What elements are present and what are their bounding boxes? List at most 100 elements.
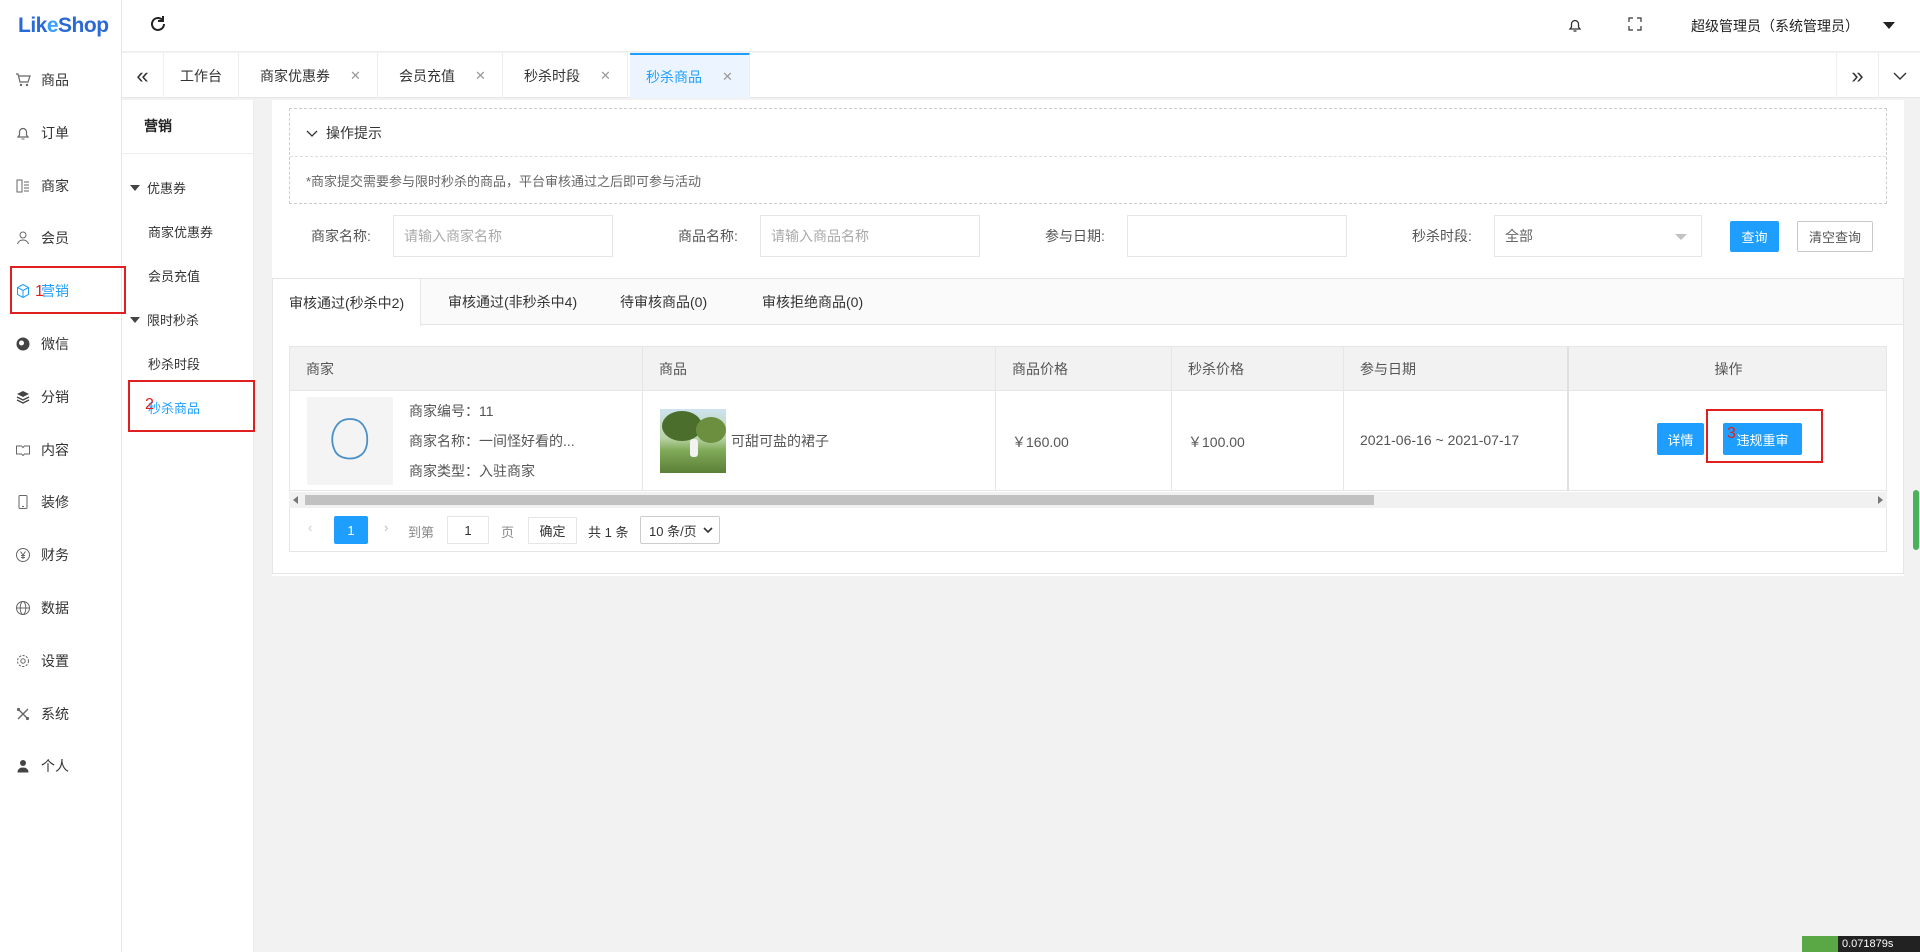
- annotation-label-3: 3: [1727, 425, 1736, 442]
- nav-item-data[interactable]: 数据: [0, 588, 122, 628]
- sub-nav: 营销 优惠券 商家优惠券 会员充值 限时秒杀 秒杀时段 秒杀商品: [122, 100, 254, 952]
- nav-item-system[interactable]: 系统: [0, 694, 122, 734]
- tools-icon: [15, 706, 31, 722]
- nav-item-settings[interactable]: 设置: [0, 641, 122, 681]
- top-header: 超级管理员（系统管理员）: [122, 0, 1920, 52]
- tab-approved-active[interactable]: 审核通过(秒杀中2): [273, 279, 422, 326]
- refresh-icon[interactable]: [148, 14, 168, 34]
- tab-workbench[interactable]: 工作台: [164, 53, 239, 98]
- tab-member-recharge[interactable]: 会员充值 ✕: [383, 53, 503, 98]
- horizontal-scrollbar[interactable]: [289, 492, 1887, 508]
- goto-confirm-button[interactable]: 确定: [528, 517, 577, 544]
- left-nav: LikeShop 商品 订单 商家 会员 营销 微信 分销 内容 装修 财务: [0, 0, 122, 952]
- vertical-scrollbar[interactable]: [1912, 490, 1920, 550]
- tab-seckill-goods[interactable]: 秒杀商品 ✕: [630, 53, 750, 98]
- tabs-menu-chevron-down-icon[interactable]: [1878, 53, 1920, 98]
- goto-page-input[interactable]: [447, 516, 489, 544]
- seckill-time-select[interactable]: 全部: [1494, 215, 1702, 257]
- subnav-item-merchant-coupon[interactable]: 商家优惠券: [148, 222, 213, 241]
- phone-icon: [15, 494, 31, 510]
- wechat-icon: [15, 336, 31, 352]
- scroll-left-arrow-icon[interactable]: [293, 496, 298, 504]
- merchant-no: 商家编号：11: [409, 403, 494, 419]
- page-unit-label: 页: [501, 525, 515, 540]
- close-icon[interactable]: ✕: [600, 68, 611, 84]
- next-page-icon[interactable]: ›: [384, 520, 388, 535]
- nav-item-distribution[interactable]: 分销: [0, 377, 122, 417]
- close-icon[interactable]: ✕: [350, 68, 361, 84]
- divider: [122, 153, 253, 154]
- cart-icon: [15, 72, 31, 88]
- logo[interactable]: Lik e Shop: [0, 0, 121, 52]
- tips-text: *商家提交需要参与限时秒杀的商品，平台审核通过之后即可参与活动: [306, 174, 702, 189]
- detail-button[interactable]: 详情: [1657, 423, 1704, 455]
- fullscreen-icon[interactable]: [1627, 16, 1643, 32]
- close-icon[interactable]: ✕: [475, 68, 486, 84]
- subnav-item-seckill-period[interactable]: 秒杀时段: [148, 354, 200, 373]
- globe-icon: [15, 600, 31, 616]
- merchant-logo: [307, 397, 393, 485]
- date-label: 参与日期:: [1045, 228, 1105, 244]
- notification-bell-icon[interactable]: [1566, 16, 1584, 34]
- column-header: 商家: [290, 347, 643, 391]
- date-input[interactable]: [1127, 215, 1347, 257]
- goods-name-label: 商品名称:: [678, 228, 738, 244]
- seckill-price: ￥100.00: [1188, 434, 1245, 450]
- subnav-group-seckill[interactable]: 限时秒杀: [130, 310, 199, 329]
- shop-name-input[interactable]: [393, 215, 613, 257]
- seckill-time-label: 秒杀时段:: [1412, 228, 1472, 244]
- operation-tips: 操作提示 *商家提交需要参与限时秒杀的商品，平台审核通过之后即可参与活动: [289, 108, 1887, 204]
- dropdown-arrow-icon: [1675, 234, 1687, 240]
- gear-icon: [15, 653, 31, 669]
- nav-label: 订单: [41, 125, 69, 141]
- goods-name-input[interactable]: [760, 215, 980, 257]
- nav-item-goods[interactable]: 商品: [0, 60, 122, 100]
- close-icon[interactable]: ✕: [722, 69, 733, 85]
- nav-label: 微信: [41, 336, 69, 352]
- tab-rejected[interactable]: 审核拒绝商品(0): [746, 279, 879, 325]
- nav-item-orders[interactable]: 订单: [0, 113, 122, 153]
- shop-icon: [15, 178, 31, 194]
- tab-merchant-coupon[interactable]: 商家优惠券 ✕: [244, 53, 378, 98]
- tab-pending[interactable]: 待审核商品(0): [604, 279, 723, 325]
- tabs-scroll-left-icon[interactable]: «: [122, 53, 164, 98]
- nav-item-decoration[interactable]: 装修: [0, 482, 122, 522]
- tabs-scroll-right-icon[interactable]: »: [1836, 53, 1878, 98]
- nav-label: 个人: [41, 758, 69, 774]
- nav-label: 商品: [41, 72, 69, 88]
- page-number-current[interactable]: 1: [334, 516, 368, 544]
- tab-seckill-period[interactable]: 秒杀时段 ✕: [508, 53, 628, 98]
- admin-dropdown-icon[interactable]: [1883, 22, 1895, 29]
- nav-item-wechat[interactable]: 微信: [0, 324, 122, 364]
- goods-name: 可甜可盐的裙子: [731, 433, 829, 449]
- nav-item-merchants[interactable]: 商家: [0, 166, 122, 206]
- annotation-label-1: 1: [35, 283, 44, 300]
- goto-label: 到第: [408, 525, 435, 540]
- scroll-right-arrow-icon[interactable]: [1878, 496, 1883, 504]
- table-header: 商家 商品 商品价格 秒杀价格 参与日期 操作: [290, 347, 1886, 391]
- book-icon: [15, 442, 31, 458]
- seckill-price-cell: ￥100.00: [1172, 391, 1344, 491]
- prev-page-icon[interactable]: ‹: [308, 520, 312, 535]
- subnav-item-member-recharge[interactable]: 会员充值: [148, 266, 200, 285]
- subnav-group-coupon[interactable]: 优惠券: [130, 178, 186, 197]
- participation-date: 2021-06-16 ~ 2021-07-17: [1360, 432, 1520, 448]
- nav-label: 系统: [41, 706, 69, 722]
- nav-label: 装修: [41, 494, 69, 510]
- nav-item-content[interactable]: 内容: [0, 430, 122, 470]
- layers-icon: [15, 389, 31, 405]
- nav-item-finance[interactable]: 财务: [0, 535, 122, 575]
- scrollbar-thumb[interactable]: [305, 495, 1374, 505]
- tab-approved-inactive[interactable]: 审核通过(非秒杀中4): [432, 279, 593, 325]
- subnav-title: 营销: [144, 118, 172, 134]
- tips-toggle[interactable]: 操作提示: [306, 123, 382, 143]
- review-tabs: 审核通过(秒杀中2) 审核通过(非秒杀中4) 待审核商品(0) 审核拒绝商品(0…: [273, 279, 1903, 326]
- nav-item-members[interactable]: 会员: [0, 218, 122, 258]
- clear-query-button[interactable]: 清空查询: [1797, 221, 1873, 252]
- page-size-select[interactable]: 10 条/页: [640, 516, 720, 544]
- nav-label: 商家: [41, 178, 69, 194]
- nav-item-personal[interactable]: 个人: [0, 746, 122, 786]
- query-button[interactable]: 查询: [1730, 221, 1779, 252]
- goods-image[interactable]: [660, 409, 726, 473]
- admin-name[interactable]: 超级管理员（系统管理员）: [1691, 16, 1859, 36]
